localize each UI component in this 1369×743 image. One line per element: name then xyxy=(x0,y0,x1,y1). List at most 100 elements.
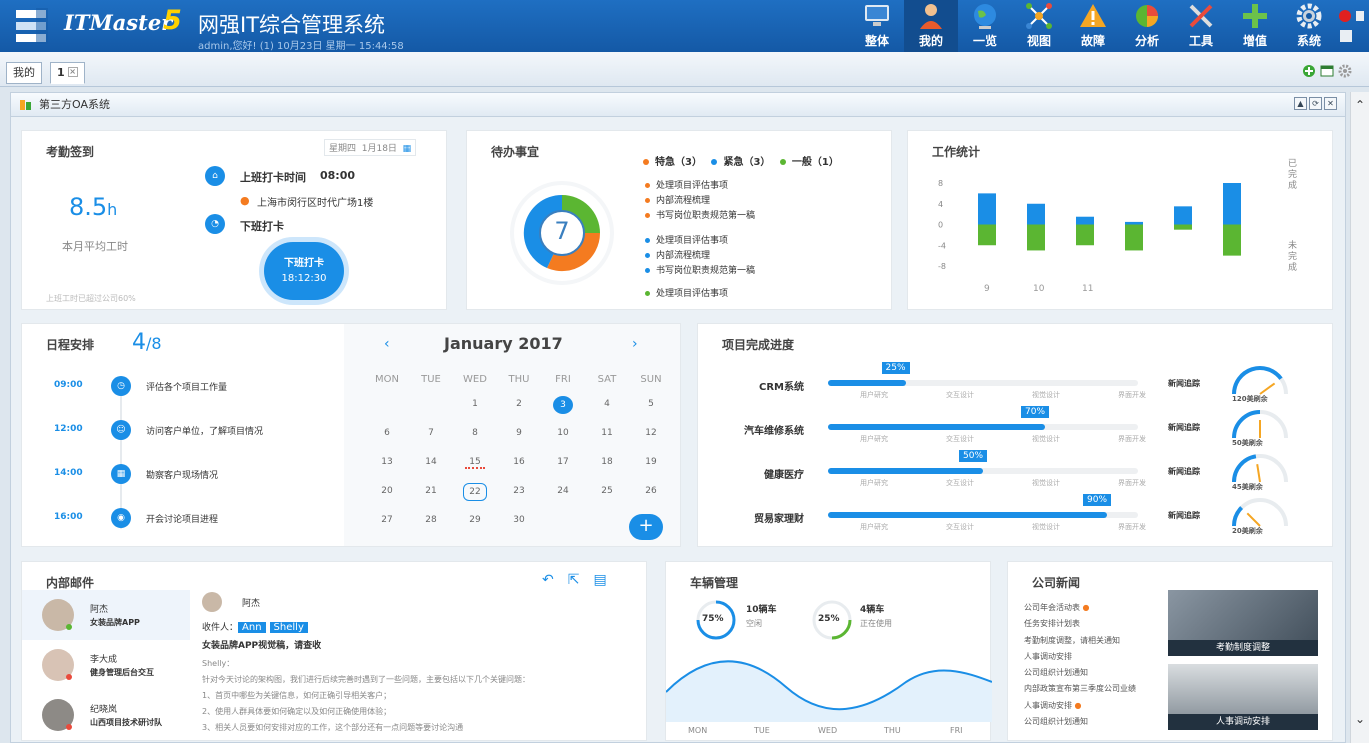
calendar-day[interactable]: 2 xyxy=(509,399,529,409)
globe-icon xyxy=(974,4,996,29)
calendar-day[interactable]: 11 xyxy=(597,428,617,438)
scrollbar[interactable]: ⌃ ⌄ xyxy=(1350,92,1369,743)
calendar-day[interactable]: 30 xyxy=(509,515,529,525)
bar xyxy=(1125,224,1143,251)
scroll-up-icon[interactable]: ⌃ xyxy=(1355,98,1365,112)
project-status: 新闻追踪 xyxy=(1168,511,1200,520)
attendance-footer: 上班工时已超过公司60% xyxy=(46,294,136,303)
stage-label: 界面开发 xyxy=(1118,435,1146,443)
calendar-day[interactable]: 19 xyxy=(641,457,661,467)
news-image[interactable]: 人事调动安排 xyxy=(1168,664,1318,730)
todo-item[interactable]: 处理项目评估事项 xyxy=(645,179,755,194)
calendar-day[interactable]: 13 xyxy=(377,457,397,467)
todo-item[interactable]: 内部流程梳理 xyxy=(645,249,755,264)
calendar-day[interactable]: 27 xyxy=(377,515,397,525)
calendar-day[interactable]: 24 xyxy=(553,486,573,496)
close-icon[interactable]: ✕ xyxy=(1324,97,1337,110)
calendar-day[interactable]: 21 xyxy=(421,486,441,496)
nav-view[interactable]: 视图 xyxy=(1012,0,1066,52)
tab-1[interactable]: 1 × xyxy=(50,62,85,84)
news-item[interactable]: 人事调动安排 xyxy=(1024,649,1136,665)
brand-version: 5 xyxy=(163,5,182,36)
calendar-day[interactable]: 14 xyxy=(421,457,441,467)
logout-icon[interactable] xyxy=(1336,6,1366,46)
checkin-time: 08:00 xyxy=(320,169,356,182)
calendar-day[interactable]: 23 xyxy=(509,486,529,496)
nav-fault[interactable]: 故障 xyxy=(1066,0,1120,52)
progress-tag: 90% xyxy=(1083,494,1112,506)
calendar-day[interactable]: 10 xyxy=(553,428,573,438)
calendar-day[interactable]: 26 xyxy=(641,486,661,496)
checkout-button[interactable]: 下班打卡 18:12:30 xyxy=(264,242,344,300)
todo-item[interactable]: 内部流程梳理 xyxy=(645,194,755,209)
add-event-button[interactable]: + xyxy=(629,514,663,540)
checkout-label: 下班打卡 xyxy=(240,220,284,233)
reply-icon[interactable]: ↶ xyxy=(542,572,554,588)
collapse-icon[interactable]: ▲ xyxy=(1294,97,1307,110)
nav-value-add[interactable]: 增值 xyxy=(1228,0,1282,52)
delete-icon[interactable]: ▤ xyxy=(593,572,606,588)
calendar-day[interactable]: 28 xyxy=(421,515,441,525)
stage-label: 用户研究 xyxy=(860,435,888,443)
schedule-item[interactable]: 勘察客户现场情况 xyxy=(146,468,218,481)
calendar-day[interactable]: 29 xyxy=(465,515,485,525)
date-picker[interactable]: 星期四 1月18日 ▦ xyxy=(324,139,417,156)
bar xyxy=(1027,224,1045,251)
news-item[interactable]: 考勤制度调整，请相关通知 xyxy=(1024,633,1136,649)
weekday-label: WED xyxy=(463,374,487,385)
news-item[interactable]: 内部政策宣布第三季度公司业绩 xyxy=(1024,681,1136,697)
todo-item[interactable]: 处理项目评估事项 xyxy=(645,234,755,249)
schedule-item[interactable]: 评估各个项目工作量 xyxy=(146,380,227,393)
calendar-day[interactable]: 3 xyxy=(553,396,573,414)
legend-undone: 未完成 xyxy=(1288,241,1298,273)
calendar-day[interactable]: 22 xyxy=(463,483,487,501)
mail-list-item[interactable]: 阿杰 女装品牌APP xyxy=(22,590,190,640)
nav-overall[interactable]: 整体 xyxy=(850,0,904,52)
news-image[interactable]: 考勤制度调整 xyxy=(1168,590,1318,656)
nav-analysis[interactable]: 分析 xyxy=(1120,0,1174,52)
calendar-day[interactable]: 4 xyxy=(597,399,617,409)
calendar-day[interactable]: 12 xyxy=(641,428,661,438)
calendar-day[interactable]: 16 xyxy=(509,457,529,467)
close-icon[interactable]: × xyxy=(67,67,78,77)
calendar-day[interactable]: 5 xyxy=(641,399,661,409)
scroll-down-icon[interactable]: ⌄ xyxy=(1355,712,1365,726)
settings-icon[interactable] xyxy=(1338,64,1352,78)
news-item[interactable]: 公司组织计划通知 xyxy=(1024,714,1136,730)
calendar-day[interactable]: 25 xyxy=(597,486,617,496)
calendar-day[interactable]: 20 xyxy=(377,486,397,496)
gauge-icon xyxy=(1231,454,1288,483)
todo-item[interactable]: 处理项目评估事项 xyxy=(645,287,755,302)
todo-item[interactable]: 书写岗位职责规范第一稿 xyxy=(645,209,755,224)
nav-mine[interactable]: 我的 xyxy=(904,0,958,52)
nav-tools[interactable]: 工具 xyxy=(1174,0,1228,52)
schedule-item[interactable]: 开会讨论项目进程 xyxy=(146,512,218,525)
todo-item[interactable]: 书写岗位职责规范第一稿 xyxy=(645,264,755,279)
mail-list-item[interactable]: 李大成 健身管理后台交互 xyxy=(22,640,190,690)
calendar-day[interactable]: 8 xyxy=(465,428,485,438)
calendar-day[interactable]: 1 xyxy=(465,399,485,409)
schedule-time: 12:00 xyxy=(54,424,83,434)
window-icon[interactable] xyxy=(1320,64,1334,78)
calendar-day[interactable]: 15 xyxy=(465,457,485,469)
nav-system[interactable]: 系统 xyxy=(1282,0,1336,52)
refresh-icon[interactable]: ⟳ xyxy=(1309,97,1322,110)
progress-bar xyxy=(828,468,983,474)
tab-mine[interactable]: 我的 xyxy=(6,62,42,84)
calendar-day[interactable]: 9 xyxy=(509,428,529,438)
calendar-day[interactable]: 7 xyxy=(421,428,441,438)
nav-overview[interactable]: 一览 xyxy=(958,0,1012,52)
news-item[interactable]: 任务安排计划表 xyxy=(1024,616,1136,632)
mail-list-item[interactable]: 纪晓岚 山西项目技术研讨队 xyxy=(22,690,190,740)
attendance-card: 考勤签到 星期四 1月18日 ▦ 8.5h 本月平均工时 ⌂ 上班打卡时间 08… xyxy=(21,130,447,310)
calendar-day[interactable]: 18 xyxy=(597,457,617,467)
bar xyxy=(1174,224,1192,230)
news-item[interactable]: 公司组织计划通知 xyxy=(1024,665,1136,681)
news-item[interactable]: 公司年会活动表 ● xyxy=(1024,600,1136,616)
schedule-item[interactable]: 访问客户单位，了解项目情况 xyxy=(146,424,263,437)
news-item[interactable]: 人事调动安排 ● xyxy=(1024,698,1136,714)
calendar-day[interactable]: 6 xyxy=(377,428,397,438)
add-tab-icon[interactable] xyxy=(1302,64,1316,78)
forward-icon[interactable]: ⇱ xyxy=(568,572,580,588)
calendar-day[interactable]: 17 xyxy=(553,457,573,467)
